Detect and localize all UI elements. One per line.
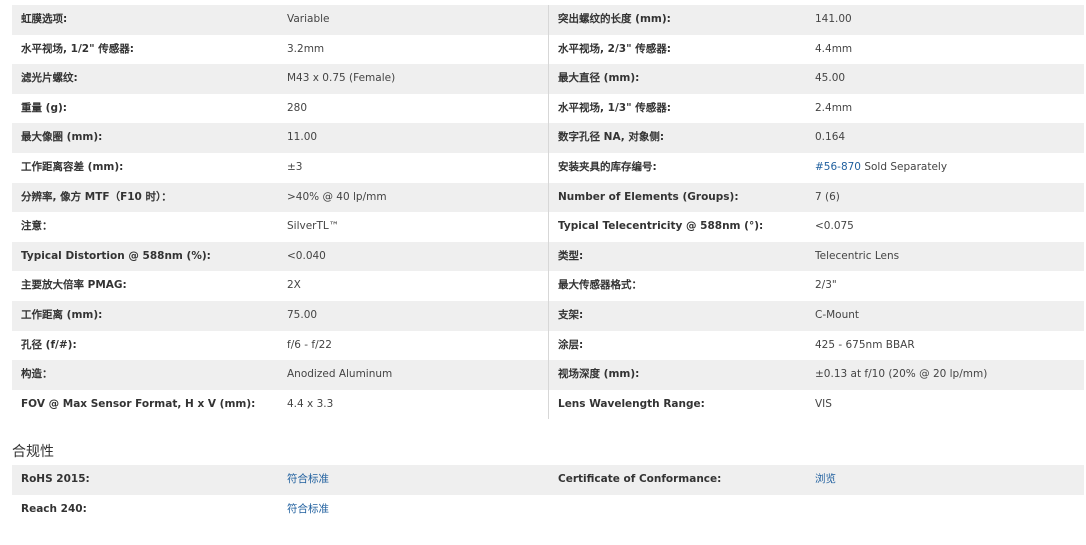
- spec-row: 构造： Anodized Aluminum 视场深度 (mm): ±0.13 at f…: [12, 360, 1084, 390]
- compliance-status-link[interactable]: 符合标准: [278, 465, 548, 495]
- spec-label: 最大直径 (mm):: [558, 72, 640, 85]
- spec-value-text: Sold Separately: [861, 160, 948, 173]
- compliance-label: Reach 240:: [21, 502, 87, 515]
- spec-row: 主要放大倍率 PMAG: 2X 最大传感器格式： 2/3": [12, 271, 1084, 301]
- spec-row: Typical Distortion @ 588nm (%): <0.040 类型:…: [12, 241, 1084, 272]
- spec-value: >40% @ 40 lp/mm: [287, 190, 387, 203]
- compliance-label: Certificate of Conformance:: [558, 473, 722, 485]
- spec-label: 虹膜选项:: [21, 13, 68, 25]
- spec-label: 主要放大倍率 PMAG:: [21, 279, 127, 292]
- spec-row: 重量 (g): 280 水平视场, 1/3" 传感器: 2.4mm: [12, 93, 1084, 124]
- compliance-row: Reach 240: 符合标准: [12, 495, 1084, 525]
- spec-label: 最大像圈 (mm):: [21, 131, 103, 144]
- spec-value: 141.00: [815, 13, 852, 25]
- spec-value: 4.4 x 3.3: [287, 397, 334, 410]
- spec-label: FOV @ Max Sensor Format, H x V (mm):: [21, 397, 256, 410]
- spec-row: 工作距离容差 (mm): ±3 安装夹具的库存编号: #56-870 Sold Sep…: [12, 152, 1084, 183]
- spec-value: 75.00: [287, 308, 318, 321]
- spec-row: 水平视场, 1/2" 传感器: 3.2mm 水平视场, 2/3" 传感器: 4.4mm: [12, 34, 1084, 65]
- spec-value: Anodized Aluminum: [287, 368, 393, 381]
- spec-label: 安装夹具的库存编号:: [558, 160, 657, 173]
- spec-value: 2/3": [815, 279, 837, 292]
- spec-row: 滤光片螺纹: M43 x 0.75 (Female) 最大直径 (mm): 45.00: [12, 64, 1084, 94]
- spec-row: FOV @ Max Sensor Format, H x V (mm): 4.4 …: [12, 389, 1084, 420]
- spec-label: 视场深度 (mm):: [558, 368, 640, 381]
- compliance-label: RoHS 2015:: [21, 473, 90, 485]
- spec-value: <0.075: [815, 220, 854, 233]
- spec-label: Typical Telecentricity @ 588nm (°):: [558, 220, 764, 233]
- spec-label: 注意：: [21, 220, 53, 233]
- spec-label: 分辨率, 像方 MTF（F10 时）：: [21, 190, 172, 203]
- specifications-table: 虹膜选项: Variable 突出螺纹的长度 (mm): 141.00 水平视场, 1/…: [12, 5, 1084, 420]
- spec-value: 7 (6): [815, 190, 840, 203]
- spec-label: 水平视场, 1/2" 传感器:: [21, 42, 134, 55]
- spec-label: 工作距离容差 (mm):: [21, 160, 124, 173]
- compliance-table: RoHS 2015: 符合标准 Certificate of Conformance…: [12, 465, 1084, 524]
- spec-value: 4.4mm: [815, 42, 853, 55]
- spec-row: 分辨率, 像方 MTF（F10 时）： >40% @ 40 lp/mm Number…: [12, 182, 1084, 213]
- spec-value: #56-870 Sold Separately: [815, 153, 1084, 183]
- spec-value: Variable: [287, 13, 330, 25]
- spec-label: Lens Wavelength Range:: [558, 397, 705, 410]
- spec-label: 构造：: [21, 368, 53, 381]
- spec-value: M43 x 0.75 (Female): [287, 72, 396, 85]
- spec-value: 11.00: [287, 131, 318, 144]
- spec-label: Number of Elements (Groups):: [558, 190, 739, 203]
- spec-label: 重量 (g):: [21, 101, 67, 114]
- spec-value: SilverTL™: [287, 220, 340, 233]
- spec-value: 2.4mm: [815, 101, 853, 114]
- spec-row: 工作距离 (mm): 75.00 支架: C-Mount: [12, 300, 1084, 331]
- spec-value: 2X: [287, 279, 301, 292]
- spec-label: 涂层:: [558, 338, 584, 351]
- spec-label: 突出螺纹的长度 (mm):: [558, 13, 671, 25]
- spec-row: 孔径 (f/#): f/6 - f/22 涂层: 425 - 675nm BBAR: [12, 330, 1084, 361]
- spec-label: Typical Distortion @ 588nm (%):: [21, 249, 211, 262]
- spec-label: 支架:: [558, 308, 584, 321]
- spec-label: 水平视场, 1/3" 传感器:: [558, 101, 671, 114]
- compliance-section-title: 合规性: [12, 444, 54, 460]
- spec-value: 425 - 675nm BBAR: [815, 338, 915, 351]
- spec-value: 3.2mm: [287, 42, 325, 55]
- compliance-status-link[interactable]: 符合标准: [278, 495, 548, 525]
- spec-value: C-Mount: [815, 308, 860, 321]
- spec-label: 滤光片螺纹:: [21, 72, 78, 85]
- spec-label: 孔径 (f/#):: [21, 338, 77, 351]
- spec-value: ±3: [287, 160, 303, 173]
- compliance-row: RoHS 2015: 符合标准 Certificate of Conformance…: [12, 465, 1084, 495]
- spec-value: ±0.13 at f/10 (20% @ 20 lp/mm): [815, 368, 988, 381]
- certificate-view-link[interactable]: 浏览: [815, 465, 1084, 495]
- spec-value: 280: [287, 101, 308, 114]
- spec-row: 虹膜选项: Variable 突出螺纹的长度 (mm): 141.00: [12, 5, 1084, 35]
- spec-value: 45.00: [815, 72, 846, 85]
- spec-label: 工作距离 (mm):: [21, 308, 103, 321]
- spec-label: 最大传感器格式：: [558, 279, 642, 292]
- spec-label: 数字孔径 NA, 对象侧:: [558, 131, 665, 144]
- mounting-fixture-link[interactable]: #56-870: [815, 161, 861, 173]
- spec-value: 0.164: [815, 131, 846, 144]
- spec-value: <0.040: [287, 249, 326, 262]
- spec-label: 类型:: [558, 249, 584, 262]
- spec-row: 最大像圈 (mm): 11.00 数字孔径 NA, 对象侧: 0.164: [12, 123, 1084, 153]
- spec-value: f/6 - f/22: [287, 338, 332, 351]
- spec-value: Telecentric Lens: [815, 249, 900, 262]
- spec-row: 注意： SilverTL™ Typical Telecentricity @ 588…: [12, 212, 1084, 242]
- spec-value: VIS: [815, 397, 832, 410]
- spec-label: 水平视场, 2/3" 传感器:: [558, 42, 671, 55]
